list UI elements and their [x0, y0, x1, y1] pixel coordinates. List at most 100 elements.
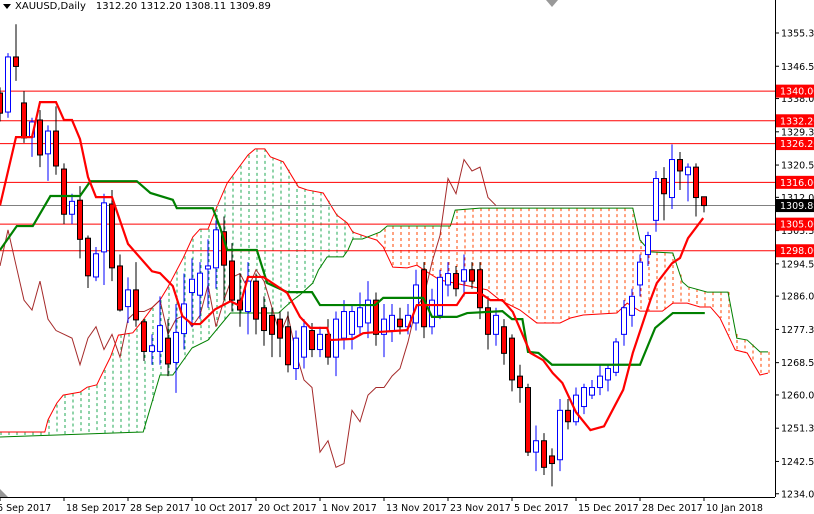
bullish-candle	[437, 276, 443, 316]
bearish-candle	[109, 203, 115, 269]
y-tick-label: 1242.55	[781, 457, 814, 468]
level-price-label: 1305.00	[780, 220, 814, 231]
level-price-label: 1332.20	[780, 116, 814, 127]
symbol-label: XAUUSD,Daily	[15, 1, 86, 12]
bearish-candle	[549, 455, 555, 465]
bullish-candle	[5, 56, 11, 113]
bearish-candle	[133, 289, 139, 321]
bearish-candle	[517, 375, 523, 389]
bullish-candle	[533, 440, 539, 453]
bearish-candle	[37, 119, 43, 156]
y-tick-label: 1277.30	[781, 325, 814, 336]
x-tick-label: 1 Nov 2017	[322, 503, 377, 514]
bearish-candle	[77, 199, 83, 240]
x-tick-label: 10 Oct 2017	[194, 503, 253, 514]
bullish-candle	[157, 325, 163, 352]
y-tick-label: 1268.55	[781, 358, 814, 369]
x-tick-label: 10 Jan 2018	[706, 503, 763, 514]
y-tick-label: 1294.55	[781, 259, 814, 270]
bearish-candle	[165, 337, 171, 365]
bearish-candle	[693, 166, 699, 199]
bullish-candle	[333, 318, 339, 358]
bullish-candle	[605, 368, 611, 381]
bullish-candle	[93, 253, 99, 278]
bullish-candle	[357, 307, 363, 328]
chart-shift-marker-icon	[546, 0, 558, 7]
bullish-candle	[637, 261, 643, 286]
bullish-candle	[317, 333, 323, 351]
bearish-candle	[701, 196, 707, 207]
bullish-candle	[101, 202, 107, 253]
bullish-candle	[493, 314, 499, 335]
bearish-candle	[253, 280, 259, 320]
bearish-candle	[285, 326, 291, 366]
bullish-candle	[365, 299, 371, 324]
x-tick-label: 28 Dec 2017	[642, 503, 703, 514]
scroll-marker-icon	[0, 489, 8, 497]
y-tick-label: 1260.05	[781, 390, 814, 401]
bearish-candle	[677, 159, 683, 172]
bullish-candle	[613, 341, 619, 373]
bullish-candle	[461, 269, 467, 282]
x-tick-label: 28 Sep 2017	[130, 503, 190, 514]
price-chart[interactable]: 1355.301346.551338.051329.301320.551312.…	[0, 0, 814, 514]
bearish-candle	[309, 330, 315, 351]
bearish-candle	[397, 318, 403, 328]
senkou-span-a-line	[0, 148, 769, 433]
x-tick-label: 20 Oct 2017	[258, 503, 317, 514]
dropdown-triangle-icon[interactable]	[3, 4, 11, 9]
chart-header: XAUUSD,Daily 1312.20 1312.20 1308.11 130…	[3, 1, 271, 12]
y-tick-label: 1320.55	[781, 161, 814, 172]
bearish-candle	[61, 168, 67, 215]
bullish-candle	[205, 265, 211, 270]
bullish-candle	[685, 166, 691, 176]
bullish-candle	[389, 314, 395, 332]
bullish-candle	[197, 272, 203, 296]
bearish-candle	[477, 269, 483, 309]
x-tick-label: 23 Nov 2017	[450, 503, 511, 514]
level-price-label: 1326.20	[780, 139, 814, 150]
bearish-candle	[509, 337, 515, 381]
bullish-candle	[189, 278, 195, 294]
bullish-candle	[413, 284, 419, 324]
bearish-candle	[13, 56, 19, 67]
bearish-candle	[565, 409, 571, 423]
current-price-label: 1309.89	[780, 201, 814, 212]
bullish-candle	[213, 229, 219, 269]
bearish-candle	[501, 326, 507, 354]
bearish-candle	[541, 440, 547, 468]
bullish-candle	[349, 311, 355, 335]
bullish-candle	[149, 345, 155, 352]
bullish-candle	[301, 326, 307, 358]
x-tick-label: 6 Sep 2017	[0, 503, 51, 514]
bearish-candle	[469, 269, 475, 282]
plot-area	[0, 24, 775, 487]
bearish-candle	[661, 178, 667, 195]
level-price-label: 1298.00	[780, 246, 814, 257]
y-tick-label: 1286.05	[781, 292, 814, 303]
bearish-candle	[229, 260, 235, 301]
bullish-candle	[597, 375, 603, 389]
x-tick-label: 15 Dec 2017	[578, 503, 639, 514]
bullish-candle	[293, 337, 299, 370]
bullish-candle	[621, 307, 627, 335]
bearish-candle	[277, 318, 283, 339]
y-tick-label: 1329.30	[781, 127, 814, 138]
y-tick-label: 1355.30	[781, 29, 814, 40]
bullish-candle	[125, 289, 131, 308]
bearish-candle	[21, 102, 27, 139]
bullish-candle	[557, 409, 563, 461]
bullish-candle	[581, 387, 587, 408]
bullish-candle	[669, 159, 675, 199]
y-tick-label: 1346.55	[781, 62, 814, 73]
x-tick-label: 5 Dec 2017	[514, 503, 569, 514]
bearish-candle	[453, 273, 459, 290]
bearish-candle	[53, 130, 59, 167]
bearish-candle	[117, 265, 123, 311]
bearish-candle	[525, 387, 531, 453]
x-tick-label: 18 Sep 2017	[66, 503, 126, 514]
bearish-candle	[261, 307, 267, 332]
bullish-candle	[69, 200, 75, 215]
bullish-candle	[445, 273, 451, 286]
bullish-candle	[45, 130, 51, 155]
